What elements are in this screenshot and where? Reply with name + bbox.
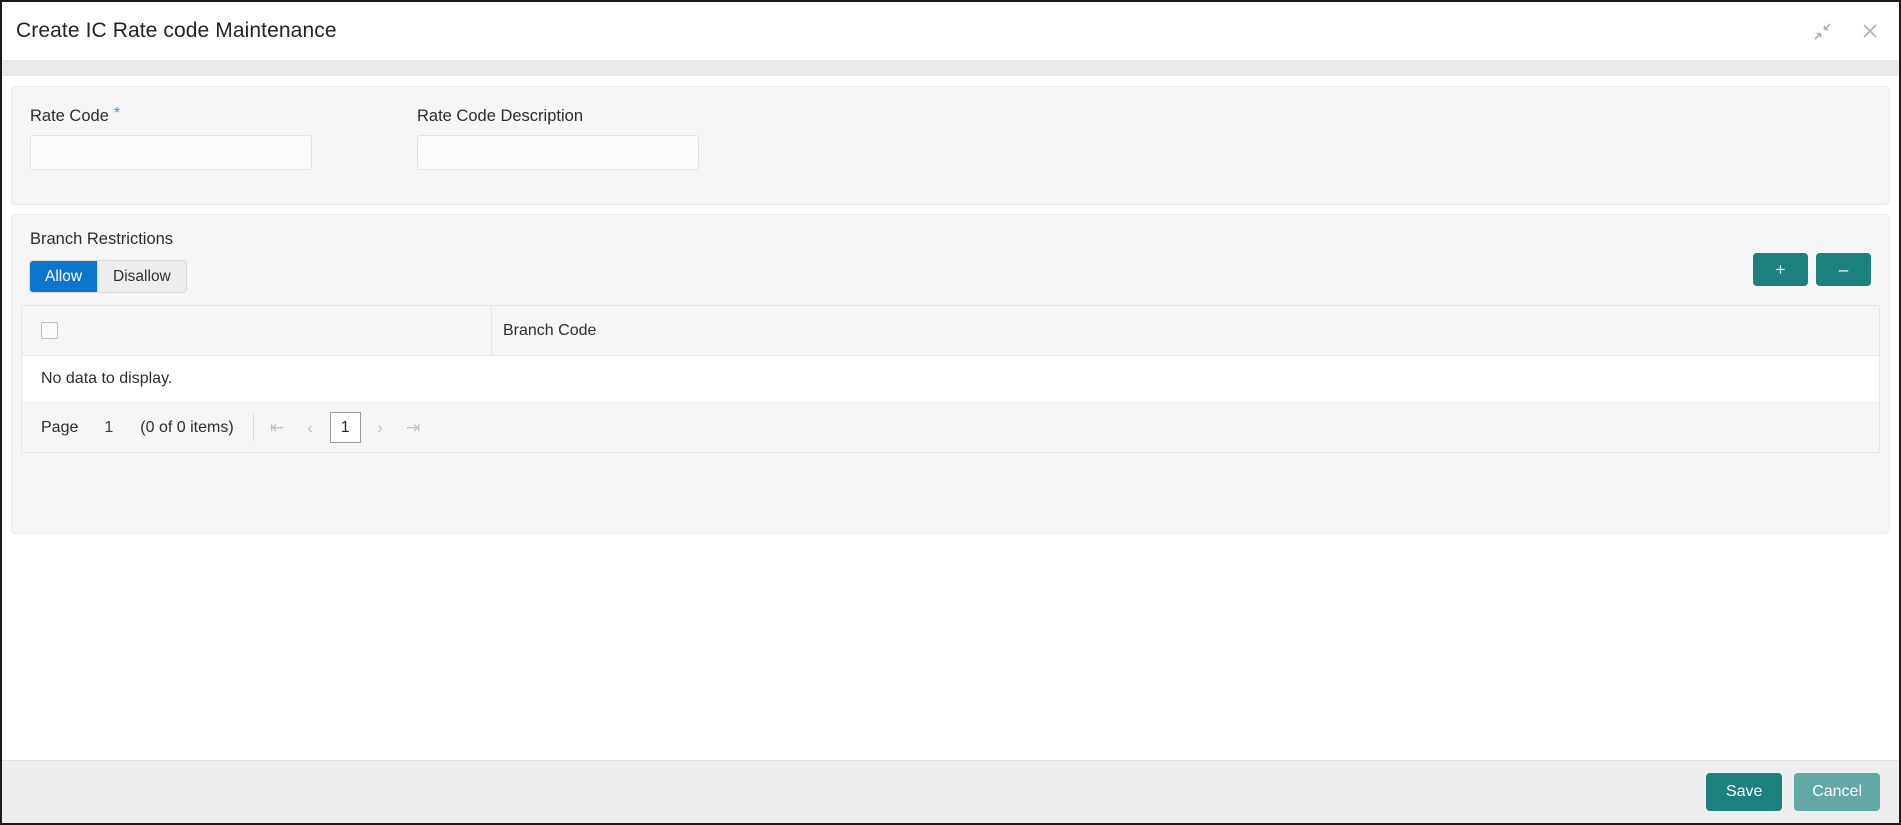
label-rate-code-text: Rate Code — [30, 107, 109, 125]
collapse-arrows-icon[interactable] — [1811, 20, 1833, 42]
label-rate-code: Rate Code * — [30, 105, 417, 126]
table-header-row: Branch Code — [22, 306, 1879, 356]
pagination-next-page-icon[interactable]: › — [364, 412, 397, 443]
rate-code-description-input[interactable] — [417, 135, 699, 170]
pagination-page-1-button[interactable]: 1 — [329, 412, 361, 443]
table-header-select-all-cell — [22, 306, 492, 355]
pagination-prev-page-icon[interactable]: ‹ — [294, 412, 327, 443]
branch-restrictions-title: Branch Restrictions — [30, 230, 174, 248]
pagination-page-number: 1 — [104, 418, 114, 436]
save-button[interactable]: Save — [1706, 773, 1783, 811]
close-icon[interactable] — [1859, 20, 1881, 42]
cancel-button[interactable]: Cancel — [1794, 773, 1880, 811]
titlebar-underline-strip — [2, 60, 1899, 76]
branch-code-table: Branch Code No data to display. Page 1 (… — [21, 305, 1880, 453]
remove-row-button[interactable]: – — [1816, 253, 1871, 286]
rate-code-form-card: Rate Code * Rate Code Description — [11, 86, 1890, 205]
rate-code-input[interactable] — [30, 135, 312, 170]
label-rate-code-description: Rate Code Description — [417, 107, 757, 125]
required-asterisk-icon: * — [113, 105, 121, 122]
table-empty-message: No data to display. — [22, 356, 1879, 403]
add-row-button[interactable]: + — [1753, 253, 1808, 286]
page-title: Create IC Rate code Maintenance — [16, 19, 337, 42]
field-rate-code: Rate Code * — [30, 105, 417, 170]
pagination-divider — [252, 414, 254, 441]
field-rate-code-description: Rate Code Description — [417, 107, 757, 170]
branch-restrictions-actions: + – — [1753, 230, 1871, 286]
toggle-disallow-button[interactable]: Disallow — [97, 261, 186, 292]
dialog-titlebar: Create IC Rate code Maintenance — [2, 2, 1899, 60]
branch-restrictions-header-left: Branch Restrictions Allow Disallow — [30, 230, 186, 292]
branch-restrictions-card: Branch Restrictions Allow Disallow + – B… — [11, 214, 1890, 534]
dialog-footer: Save Cancel — [2, 760, 1899, 823]
table-header-branch-code: Branch Code — [503, 321, 597, 339]
toggle-allow-button[interactable]: Allow — [30, 261, 98, 292]
dialog-window: Create IC Rate code Maintenance Rate Cod… — [0, 0, 1901, 825]
pagination-last-page-icon[interactable]: ⇥ — [397, 412, 430, 443]
form-field-row: Rate Code * Rate Code Description — [30, 105, 1871, 170]
pagination-first-page-icon[interactable]: ⇤ — [261, 412, 294, 443]
table-pagination: Page 1 (0 of 0 items) ⇤ ‹ 1 › ⇥ — [22, 403, 1879, 452]
label-rate-code-description-text: Rate Code Description — [417, 107, 583, 125]
titlebar-actions — [1811, 20, 1881, 42]
pagination-page-label: Page — [41, 418, 79, 436]
allow-disallow-toggle-group: Allow Disallow — [30, 261, 186, 292]
select-all-checkbox[interactable] — [41, 322, 58, 339]
branch-restrictions-header: Branch Restrictions Allow Disallow + – — [12, 215, 1889, 292]
pagination-items-count: (0 of 0 items) — [140, 418, 234, 436]
dialog-body: Rate Code * Rate Code Description Branch… — [2, 76, 1899, 760]
